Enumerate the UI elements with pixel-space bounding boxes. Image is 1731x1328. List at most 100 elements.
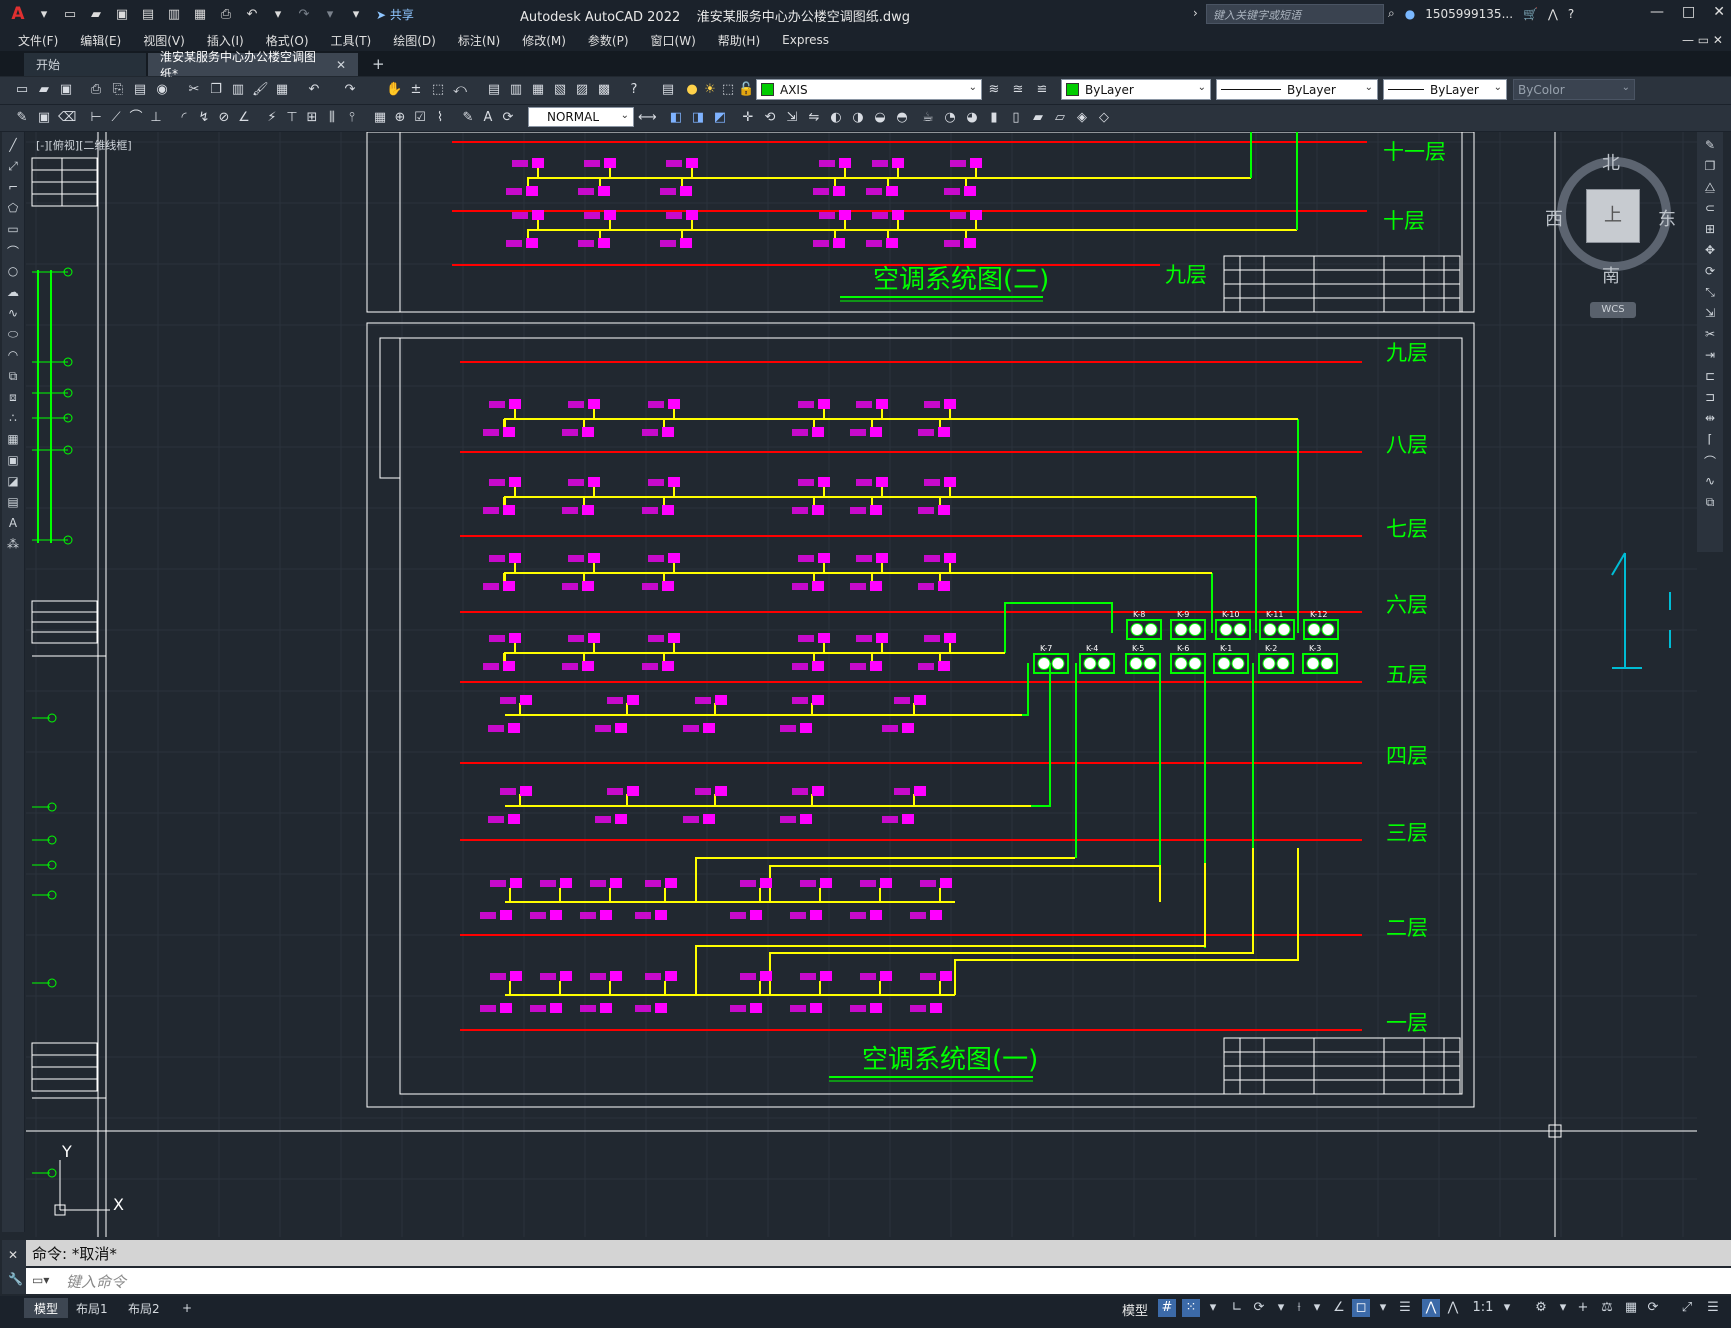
copy-icon[interactable]: ❐ (1702, 159, 1718, 175)
break-at-point-icon[interactable]: ⊏ (1702, 369, 1718, 385)
customize-command-icon[interactable]: 🔧 (8, 1272, 23, 1286)
dim-update-icon[interactable]: ⟳ (500, 110, 516, 126)
save-icon[interactable]: ▣ (58, 82, 74, 98)
tab-close-icon[interactable]: ✕ (336, 58, 346, 72)
menu-file[interactable]: 文件(F) (0, 32, 69, 49)
chamfer-icon[interactable]: ⌈ (1702, 432, 1718, 448)
markup-icon[interactable]: ▨ (574, 82, 590, 98)
grid-icon[interactable]: # (1158, 1299, 1176, 1317)
calculator-icon[interactable]: ▩ (596, 82, 612, 98)
close-command-line-icon[interactable]: ✕ (8, 1248, 18, 1262)
paste-icon[interactable]: ▥ (230, 82, 246, 98)
angular-dim-icon[interactable]: ∠ (236, 110, 252, 126)
redo-dropdown-icon[interactable]: ▾ (320, 4, 340, 24)
menu-draw[interactable]: 绘图(D) (382, 32, 447, 49)
workspace-dropdown-icon[interactable]: ▾ (1554, 1299, 1572, 1317)
tool-palettes-icon[interactable]: ▦ (530, 82, 546, 98)
aligned-dim-icon[interactable]: ⟋ (108, 110, 124, 126)
publish-icon[interactable]: ▤ (132, 82, 148, 98)
lineweight-icon[interactable]: ☰ (1396, 1299, 1414, 1317)
model-space-toggle[interactable]: 模型 (1122, 1300, 1148, 1319)
isodraft-icon[interactable]: ⟊ (1290, 1299, 1308, 1317)
ordinate-dim-icon[interactable]: ⊥ (148, 110, 164, 126)
redo-icon[interactable]: ↷ (342, 82, 358, 98)
menu-view[interactable]: 视图(V) (132, 32, 196, 49)
layout-tab-model[interactable]: 模型 (24, 1298, 69, 1318)
menu-insert[interactable]: 插入(I) (196, 32, 255, 49)
menu-edit[interactable]: 编辑(E) (69, 32, 132, 49)
polar-dropdown-icon[interactable]: ▾ (1272, 1299, 1290, 1317)
add-layout-button[interactable]: + (172, 1298, 202, 1318)
linetype-dropdown[interactable]: ByLayer ⌄ (1216, 79, 1378, 100)
isolate-objects-icon[interactable]: ⟳ (1644, 1299, 1662, 1317)
circle-icon[interactable]: ○ (5, 264, 21, 280)
chevron-right-icon[interactable]: › (1193, 6, 1198, 20)
viewcube-west[interactable]: 西 (1545, 205, 1563, 231)
ellipse-icon[interactable]: ⬭ (5, 327, 21, 343)
object-snap-tracking-icon[interactable]: ∠ (1330, 1299, 1348, 1317)
quick-properties-icon[interactable]: ▦ (1622, 1299, 1640, 1317)
layer-previous-icon[interactable]: ≊ (1010, 82, 1026, 98)
make-current-layer-icon[interactable]: ≋ (986, 82, 1002, 98)
autocad-logo[interactable]: A (8, 4, 28, 24)
zoom-window-icon[interactable]: ⬚ (430, 82, 446, 98)
viewcube-north[interactable]: 北 (1602, 149, 1620, 175)
lights-icon[interactable]: ◕ (964, 110, 980, 126)
3d-box-icon[interactable]: ◧ (668, 110, 684, 126)
3d-move-icon[interactable]: ✛ (740, 110, 756, 126)
region-icon[interactable]: ◪ (5, 474, 21, 490)
menu-tools[interactable]: 工具(T) (320, 32, 383, 49)
color-dropdown[interactable]: ByLayer ⌄ (1061, 79, 1211, 100)
clean-screen-icon[interactable]: ⤢ (1678, 1299, 1696, 1317)
new-file-icon[interactable]: ▭ (60, 4, 80, 24)
fillet-icon[interactable]: ⌒ (1702, 453, 1718, 469)
3d-mirror-icon[interactable]: ⇋ (806, 110, 822, 126)
lineweight-dropdown[interactable]: ByLayer ⌄ (1383, 79, 1507, 100)
sheet-set-icon[interactable]: ▧ (552, 82, 568, 98)
jogged-linear-icon[interactable]: ⌇ (432, 110, 448, 126)
camera-icon[interactable]: ▮ (986, 110, 1002, 126)
workspace-gear-icon[interactable]: ⚙ (1532, 1299, 1550, 1317)
3d-cone-icon[interactable]: ◩ (712, 110, 728, 126)
pan-icon[interactable]: ✋ (386, 82, 402, 98)
extend-icon[interactable]: ⇥ (1702, 348, 1718, 364)
point-icon[interactable]: ∴ (5, 411, 21, 427)
table-icon[interactable]: ▤ (5, 495, 21, 511)
gradient-icon[interactable]: ▣ (5, 453, 21, 469)
solid-subtract-icon[interactable]: ◑ (850, 110, 866, 126)
dim-space-icon[interactable]: ⫼ (324, 110, 340, 126)
annotation-scale[interactable]: 1:1 (1468, 1299, 1498, 1317)
units-icon[interactable]: ⚖ (1598, 1299, 1616, 1317)
wcs-menu[interactable]: WCS (1590, 302, 1636, 318)
close-button[interactable]: ✕ (1713, 4, 1725, 20)
linear-dim-icon[interactable]: ⊢ (88, 110, 104, 126)
sun-icon[interactable]: ▱ (1052, 110, 1068, 126)
cut-icon[interactable]: ✂ (186, 82, 202, 98)
auto-scale-icon[interactable]: ⋀ (1444, 1299, 1462, 1317)
arc-icon[interactable]: ⌒ (5, 243, 21, 259)
search-icon[interactable]: ⌕ (1388, 6, 1395, 21)
open-icon[interactable]: ▰ (36, 82, 52, 98)
erase-icon[interactable]: ✎ (1702, 138, 1718, 154)
viewport-controls-label[interactable]: [-][俯视][二维线框] (36, 137, 132, 153)
customize-qat-icon[interactable]: ▾ (346, 4, 366, 24)
polygon-icon[interactable]: ⬠ (5, 201, 21, 217)
continue-dim-icon[interactable]: ⊞ (304, 110, 320, 126)
join-icon[interactable]: ⇹ (1702, 411, 1718, 427)
slice-icon[interactable]: ◓ (894, 110, 910, 126)
edit-icon[interactable]: ✎ (14, 110, 30, 126)
plot-icon[interactable]: ⎙ (88, 82, 104, 98)
command-prompt-icon[interactable]: ▭▾ (32, 1273, 49, 1287)
layer-dropdown[interactable]: AXIS ⌄ (756, 79, 982, 100)
solid-intersect-icon[interactable]: ◒ (872, 110, 888, 126)
ellipse-arc-icon[interactable]: ◠ (5, 348, 21, 364)
command-line-handle[interactable]: ✕ 🔧 (2, 1240, 26, 1294)
annotation-monitor-icon[interactable]: + (1574, 1299, 1592, 1317)
tab-drawing[interactable]: 淮安某服务中心办公楼空调图纸* ✕ (148, 50, 358, 81)
block-editor-icon[interactable]: ▦ (274, 82, 290, 98)
menu-help[interactable]: 帮助(H) (707, 32, 771, 49)
menu-parametric[interactable]: 参数(P) (577, 32, 640, 49)
3d-wedge-icon[interactable]: ◨ (690, 110, 706, 126)
dimstyle-manager-icon[interactable]: ⟷ (638, 110, 657, 126)
materials-icon[interactable]: ◔ (942, 110, 958, 126)
